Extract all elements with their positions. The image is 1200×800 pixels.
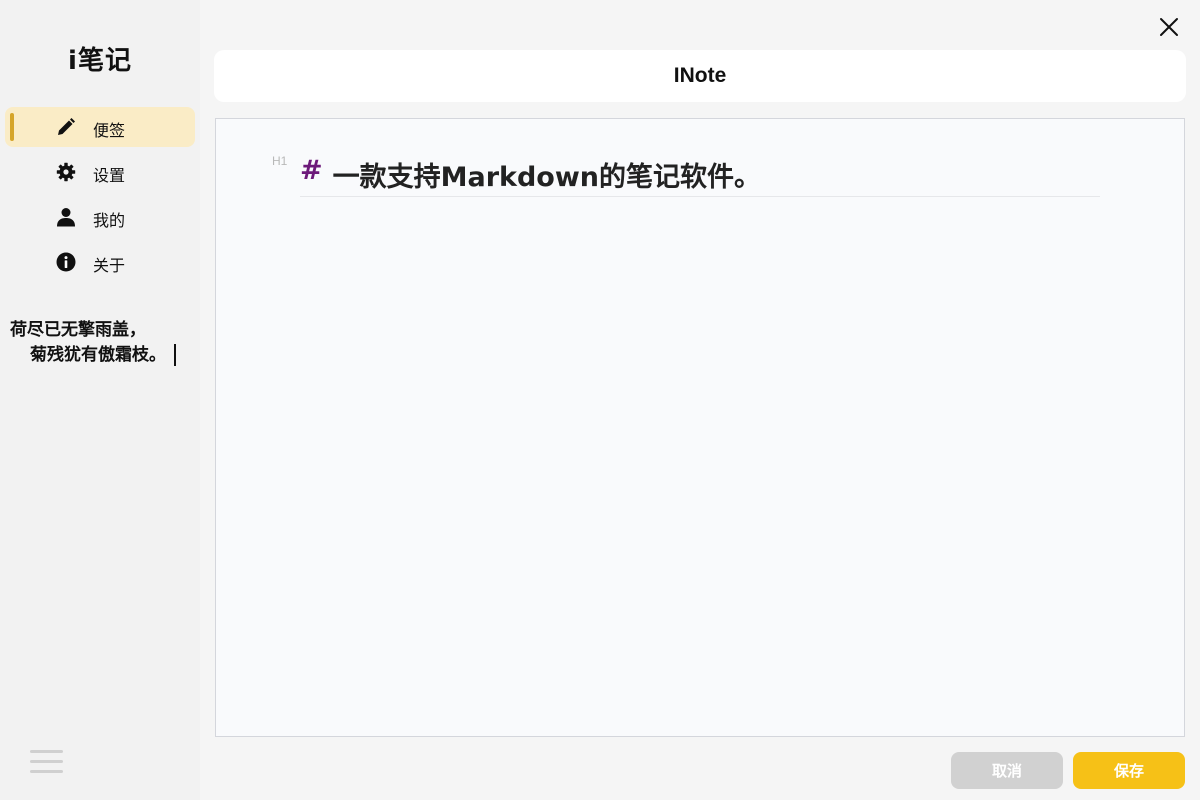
poem-line-2-text: 菊残犹有傲霜枝。 — [30, 345, 166, 365]
save-button[interactable]: 保存 — [1073, 752, 1185, 789]
poem-line-1: 荷尽已无擎雨盖， — [10, 320, 146, 340]
sidebar-item-settings[interactable]: 设置 — [5, 152, 195, 192]
info-icon — [55, 252, 77, 272]
poem-quote: 荷尽已无擎雨盖， 菊残犹有傲霜枝。 — [10, 318, 195, 368]
sidebar-item-label: 便签 — [93, 121, 126, 140]
page-title: INote — [673, 64, 727, 87]
sidebar-item-label: 我的 — [93, 211, 126, 230]
user-icon — [55, 207, 77, 227]
heading-marker: # — [300, 155, 323, 186]
sidebar: i笔记 便签 设置 我的 关于 荷尽已无擎雨盖， 菊残犹有傲霜枝。 — [0, 0, 200, 800]
close-icon[interactable] — [1158, 16, 1180, 38]
active-indicator — [10, 113, 14, 141]
pencil-icon — [55, 117, 77, 137]
sidebar-item-label: 关于 — [93, 256, 126, 275]
sidebar-item-about[interactable]: 关于 — [5, 242, 195, 282]
sidebar-nav: 便签 设置 我的 关于 — [5, 107, 195, 287]
heading-level-badge: H1 — [272, 154, 288, 168]
heading-text: 一款支持Markdown的笔记软件。 — [332, 162, 762, 193]
app-title: i笔记 — [68, 46, 132, 76]
sidebar-item-profile[interactable]: 我的 — [5, 197, 195, 237]
hamburger-menu-icon[interactable] — [30, 750, 63, 774]
poem-line-2: 菊残犹有傲霜枝。 — [10, 343, 195, 368]
markdown-editor[interactable]: H1 # 一款支持Markdown的笔记软件。 — [215, 118, 1185, 737]
sidebar-item-notes[interactable]: 便签 — [5, 107, 195, 147]
header-bar: INote — [214, 50, 1186, 102]
editor-heading-line[interactable]: # 一款支持Markdown的笔记软件。 — [300, 155, 1100, 197]
sidebar-item-label: 设置 — [93, 166, 126, 185]
gear-icon — [55, 162, 77, 182]
cancel-button[interactable]: 取消 — [951, 752, 1063, 789]
text-caret — [174, 344, 176, 366]
